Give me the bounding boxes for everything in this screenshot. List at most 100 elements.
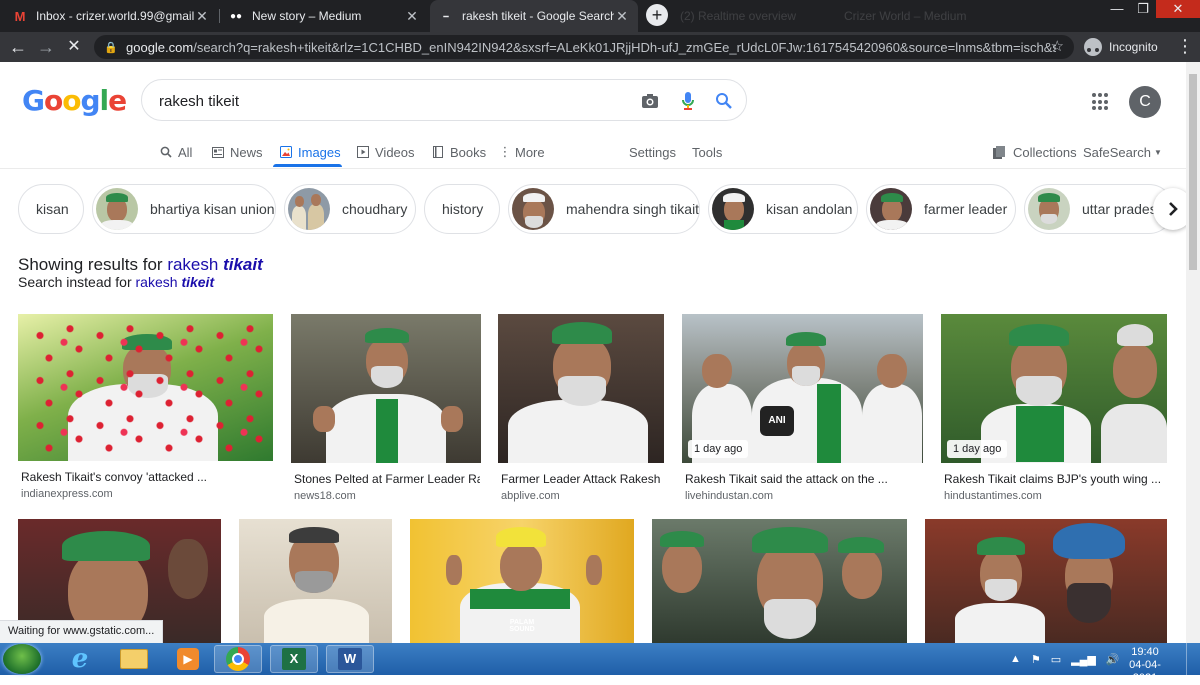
image-result[interactable]: Rakesh Tikait's convoy 'attacked ... ind… xyxy=(18,314,273,504)
settings-label: Settings xyxy=(629,144,676,160)
start-button[interactable] xyxy=(3,644,41,674)
tab-books[interactable]: Books xyxy=(431,142,486,162)
taskbar-chrome[interactable] xyxy=(214,645,262,673)
result-source[interactable]: indianexpress.com xyxy=(21,488,113,500)
taskbar-internet-explorer[interactable]: e xyxy=(56,644,104,674)
volume-icon[interactable]: 🔊 xyxy=(1106,653,1120,666)
result-caption[interactable]: Stones Pelted at Farmer Leader Rak... xyxy=(294,472,480,486)
close-tab-icon[interactable]: ✕ xyxy=(194,8,210,25)
chip-mahendra-singh-tikait[interactable]: mahendra singh tikait xyxy=(508,184,700,234)
chip-kisan[interactable]: kisan xyxy=(18,184,84,234)
new-tab-button[interactable]: + xyxy=(646,4,668,26)
time-badge: 1 day ago xyxy=(688,440,749,458)
microphone-icon[interactable] xyxy=(677,90,699,112)
tab-title: rakesh tikeit - Google Search xyxy=(462,9,614,23)
show-desktop-button[interactable] xyxy=(1186,643,1200,675)
search-input[interactable] xyxy=(159,91,629,111)
taskbar-file-explorer[interactable] xyxy=(110,645,158,673)
close-window-icon[interactable]: ✕ xyxy=(1156,0,1200,18)
tab-videos[interactable]: Videos xyxy=(356,142,415,162)
camera-icon[interactable] xyxy=(639,90,661,112)
image-result[interactable]: ANI 1 day ago Rakesh Tikait said the att… xyxy=(682,314,923,504)
chip-bhartiya-kisan-union[interactable]: bhartiya kisan union xyxy=(92,184,276,234)
result-image[interactable] xyxy=(925,519,1167,643)
taskbar-excel[interactable]: X xyxy=(270,645,318,673)
corrected-query-link[interactable]: rakesh tikait xyxy=(167,255,262,274)
image-result[interactable]: PALAM SOUND xyxy=(410,519,634,643)
image-result[interactable] xyxy=(239,519,392,643)
image-result[interactable]: Farmer Leader Attack Rakesh T... abplive… xyxy=(498,314,664,504)
result-source[interactable]: news18.com xyxy=(294,490,356,502)
close-tab-icon[interactable]: ✕ xyxy=(404,8,420,25)
original-query-link[interactable]: rakesh tikeit xyxy=(136,274,215,290)
show-hidden-icons-icon[interactable]: ▲ xyxy=(1010,653,1021,665)
chip-choudhary[interactable]: choudhary xyxy=(284,184,416,234)
page-scrollbar[interactable] xyxy=(1186,62,1200,643)
chip-farmer-leader[interactable]: farmer leader xyxy=(866,184,1016,234)
network-signal-icon[interactable]: ▂▄▆ xyxy=(1071,653,1096,666)
result-caption[interactable]: Rakesh Tikait said the attack on the ... xyxy=(685,472,921,486)
tab-title: Crizer World – Medium xyxy=(844,9,967,23)
back-arrow-icon[interactable]: ← xyxy=(7,36,29,58)
result-image[interactable] xyxy=(498,314,664,463)
chip-thumbnail xyxy=(1028,188,1070,230)
safesearch-toggle[interactable]: SafeSearch ▼ xyxy=(1083,142,1162,162)
result-source[interactable]: abplive.com xyxy=(501,490,560,502)
scrollbar-thumb[interactable] xyxy=(1189,74,1197,270)
chip-history[interactable]: history xyxy=(424,184,500,234)
result-image[interactable] xyxy=(239,519,392,643)
image-result[interactable] xyxy=(652,519,907,643)
bookmark-star-icon[interactable]: ☆ xyxy=(1051,37,1064,55)
taskbar-word[interactable]: W xyxy=(326,645,374,673)
menu-dots-icon[interactable]: ⋮ xyxy=(1176,36,1194,57)
result-image[interactable] xyxy=(18,314,273,461)
action-center-flag-icon[interactable]: ⚑ xyxy=(1031,653,1041,666)
settings-link[interactable]: Settings xyxy=(629,142,676,162)
tab-medium[interactable]: ●● New story – Medium ✕ xyxy=(220,0,428,32)
spelling-correction: Showing results for rakesh tikait xyxy=(18,255,263,275)
tab-news[interactable]: News xyxy=(211,142,263,162)
incognito-indicator[interactable]: Incognito xyxy=(1084,36,1158,58)
tab-ghost[interactable]: Crizer World – Medium xyxy=(836,0,996,32)
taskbar-media-player[interactable]: ▶ xyxy=(164,645,212,673)
search-icon[interactable] xyxy=(713,90,735,112)
google-logo[interactable]: Google xyxy=(22,84,127,117)
image-result[interactable] xyxy=(925,519,1167,643)
chip-kisan-andolan[interactable]: kisan andolan xyxy=(708,184,858,234)
result-source[interactable]: hindustantimes.com xyxy=(944,490,1042,502)
system-clock[interactable]: 19:40 04-04-2021 xyxy=(1120,646,1170,685)
stop-loading-icon[interactable]: ✕ xyxy=(63,36,85,58)
maximize-icon[interactable]: ❐ xyxy=(1130,0,1156,18)
tab-label: Videos xyxy=(375,144,415,160)
result-image[interactable]: PALAM SOUND xyxy=(410,519,634,643)
forward-arrow-icon[interactable]: → xyxy=(35,36,57,58)
result-image[interactable] xyxy=(652,519,907,643)
chevron-right-icon[interactable] xyxy=(1153,188,1186,230)
minimize-icon[interactable]: — xyxy=(1104,0,1130,18)
result-caption[interactable]: Farmer Leader Attack Rakesh T... xyxy=(501,472,663,486)
result-source[interactable]: livehindustan.com xyxy=(685,490,773,502)
close-tab-icon[interactable]: ✕ xyxy=(614,8,630,25)
google-apps-icon[interactable] xyxy=(1092,93,1110,111)
account-avatar[interactable]: C xyxy=(1129,86,1161,118)
display-icon[interactable]: ▭ xyxy=(1051,653,1061,666)
tab-title: Inbox - crizer.world.99@gmail.co xyxy=(36,9,194,23)
collections-link[interactable]: Collections xyxy=(992,142,1077,162)
image-result[interactable]: 1 day ago Rakesh Tikait claims BJP's you… xyxy=(941,314,1167,504)
tab-label: Books xyxy=(450,144,487,160)
address-bar[interactable]: 🔒 google.com/search?q=rakesh+tikeit&rlz=… xyxy=(94,35,1074,59)
tab-google-search[interactable]: ⎯ rakesh tikeit - Google Search ✕ xyxy=(430,0,638,32)
image-result[interactable]: Stones Pelted at Farmer Leader Rak... ne… xyxy=(291,314,481,504)
result-caption[interactable]: Rakesh Tikait claims BJP's youth wing ..… xyxy=(944,472,1166,486)
result-image[interactable] xyxy=(291,314,481,463)
chip-uttar-pradesh[interactable]: uttar pradesh xyxy=(1024,184,1174,234)
tab-more[interactable]: ⋮ More xyxy=(499,142,545,162)
tab-images[interactable]: Images xyxy=(279,142,341,162)
tab-gmail[interactable]: M Inbox - crizer.world.99@gmail.co ✕ xyxy=(4,0,218,32)
result-caption[interactable]: Rakesh Tikait's convoy 'attacked ... xyxy=(21,470,271,484)
related-searches: kisan bhartiya kisan union choudhary his… xyxy=(0,184,1186,234)
tools-link[interactable]: Tools xyxy=(692,142,722,162)
tab-all[interactable]: All xyxy=(159,142,192,162)
logo-letter: o xyxy=(62,84,81,117)
tab-ghost[interactable]: (2) Realtime overview xyxy=(672,0,832,32)
